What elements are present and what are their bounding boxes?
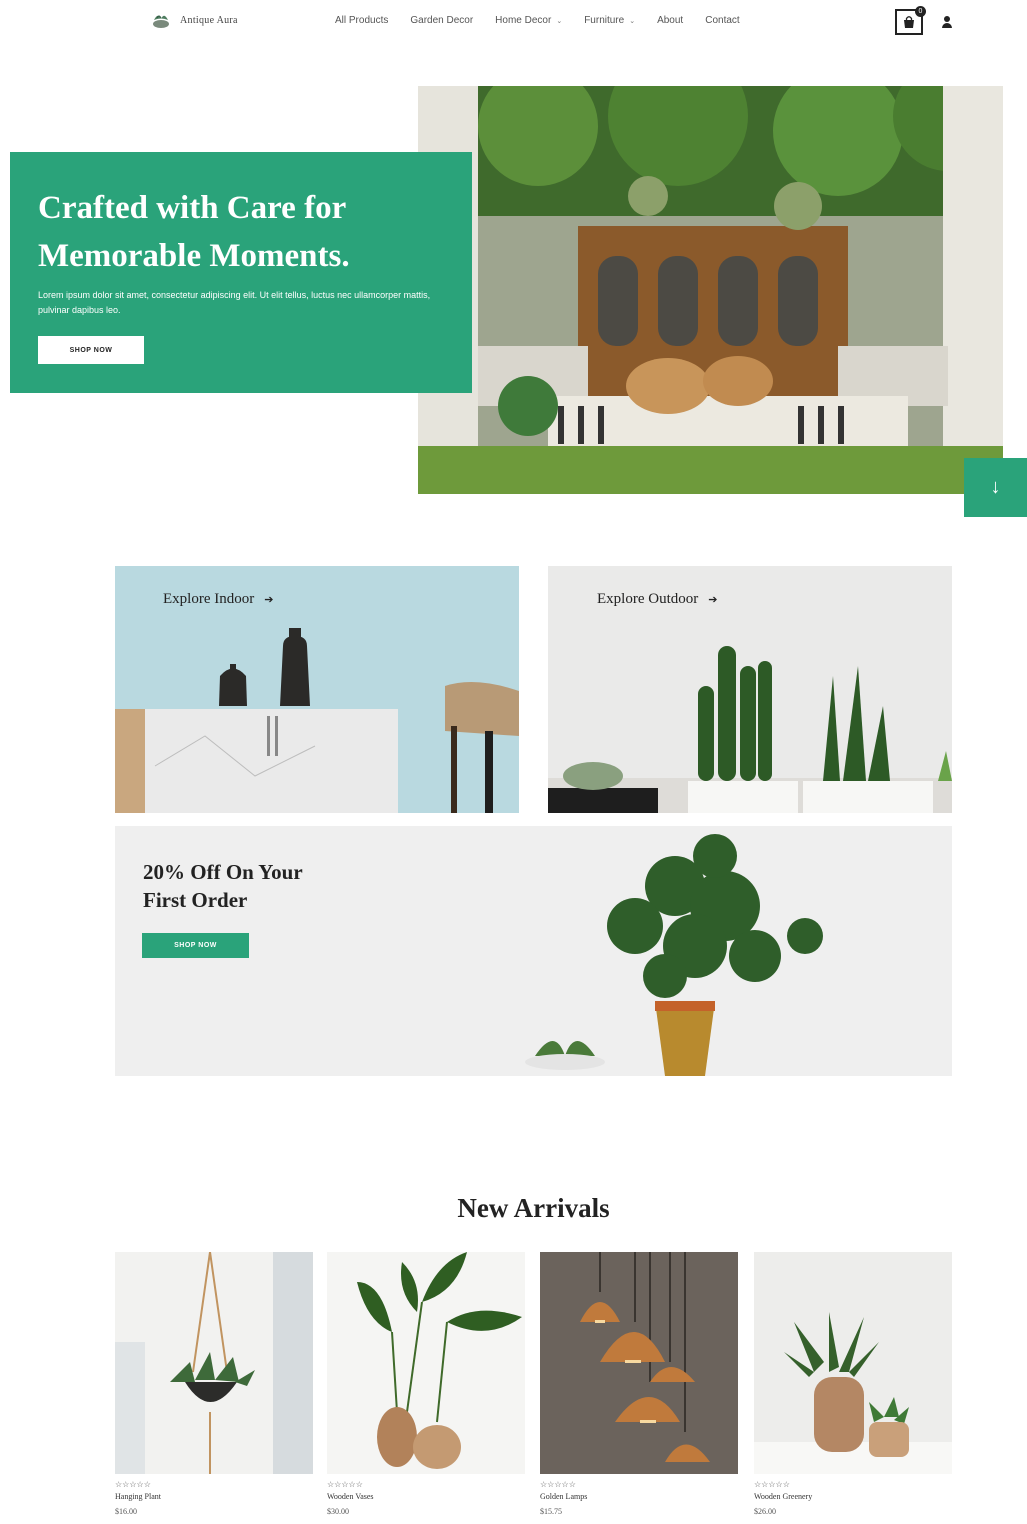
menu-item-about[interactable]: About	[657, 15, 683, 26]
explore-indoor-card[interactable]: Explore Indoor ➔	[115, 566, 519, 813]
main-menu: All Products Garden Decor Home Decor ⌄ Fu…	[335, 15, 740, 26]
product-image[interactable]	[754, 1252, 952, 1474]
menu-item-all-products[interactable]: All Products	[335, 15, 388, 26]
product-price: $15.75	[540, 1507, 562, 1516]
promo-banner: 20% Off On Your First Order SHOP NOW	[115, 826, 952, 1076]
brand-name: Antique Aura	[180, 14, 238, 26]
patio-illustration	[418, 86, 1003, 494]
product-card-wooden-greenery[interactable]: ☆☆☆☆☆ Wooden Greenery $26.00	[754, 1252, 952, 1516]
top-navigation: Antique Aura All Products Garden Decor H…	[0, 0, 1027, 44]
promo-title-line1: 20% Off On Your	[143, 860, 303, 884]
cart-button[interactable]: 0	[895, 6, 926, 35]
hero-title-line2: Memorable Moments.	[38, 238, 350, 274]
product-price: $30.00	[327, 1507, 349, 1516]
menu-item-furniture[interactable]: Furniture ⌄	[584, 15, 635, 26]
product-card-golden-lamps[interactable]: ☆☆☆☆☆ Golden Lamps $15.75	[540, 1252, 738, 1516]
product-name[interactable]: Hanging Plant	[115, 1492, 313, 1501]
arrow-right-icon: ➔	[708, 594, 718, 606]
menu-item-label: Home Decor	[495, 15, 552, 26]
menu-item-label: All Products	[335, 15, 389, 26]
wooden-greenery-image	[754, 1252, 952, 1474]
menu-item-label: Furniture	[584, 15, 625, 26]
rating-stars: ☆☆☆☆☆	[327, 1480, 363, 1489]
promo-shop-now-button[interactable]: SHOP NOW	[142, 933, 249, 958]
product-name[interactable]: Golden Lamps	[540, 1492, 738, 1501]
hero-title: Crafted with Care for Memorable Moments.	[38, 184, 444, 280]
wooden-vases-image	[327, 1252, 525, 1474]
explore-indoor-label: Explore Indoor	[163, 591, 255, 607]
product-name[interactable]: Wooden Vases	[327, 1492, 525, 1501]
menu-item-label: About	[657, 15, 684, 26]
promo-title-line2: First Order	[143, 888, 248, 912]
product-price: $26.00	[754, 1507, 776, 1516]
arrow-down-icon: ↓	[990, 476, 1001, 498]
rating-stars: ☆☆☆☆☆	[115, 1480, 151, 1489]
new-arrivals-title: New Arrivals	[457, 1193, 610, 1223]
user-icon[interactable]	[941, 16, 953, 28]
rating-stars: ☆☆☆☆☆	[540, 1480, 576, 1489]
product-price: $16.00	[115, 1507, 137, 1516]
menu-item-label: Garden Decor	[410, 15, 474, 26]
explore-outdoor-label: Explore Outdoor	[597, 591, 699, 607]
menu-item-home-decor[interactable]: Home Decor ⌄	[495, 15, 562, 26]
chevron-down-icon: ⌄	[556, 17, 563, 25]
shopping-bag-icon	[904, 16, 914, 28]
promo-title: 20% Off On Your First Order	[143, 858, 363, 914]
rating-stars: ☆☆☆☆☆	[754, 1480, 790, 1489]
product-image[interactable]	[327, 1252, 525, 1474]
hero-title-line1: Crafted with Care for	[38, 190, 347, 226]
hanging-plant-image	[115, 1252, 313, 1474]
menu-item-contact[interactable]: Contact	[705, 15, 739, 26]
explore-outdoor-link[interactable]: Explore Outdoor ➔	[597, 591, 717, 608]
chevron-down-icon: ⌄	[629, 17, 636, 25]
menu-item-garden-decor[interactable]: Garden Decor	[410, 15, 473, 26]
explore-outdoor-card[interactable]: Explore Outdoor ➔	[548, 566, 952, 813]
arrow-right-icon: ➔	[264, 594, 274, 606]
hero-description: Lorem ipsum dolor sit amet, consectetur …	[38, 290, 431, 315]
leaf-bowl-icon	[153, 15, 169, 28]
hero-shop-now-button[interactable]: SHOP NOW	[38, 336, 144, 364]
golden-lamps-image	[540, 1252, 738, 1474]
menu-item-label: Contact	[705, 15, 740, 26]
product-image[interactable]	[540, 1252, 738, 1474]
hero-banner: Crafted with Care for Memorable Moments.…	[10, 152, 472, 393]
explore-indoor-link[interactable]: Explore Indoor ➔	[163, 591, 273, 608]
brand-logo[interactable]: Antique Aura	[150, 11, 238, 29]
cart-count-badge: 0	[915, 6, 926, 17]
scroll-down-button[interactable]: ↓	[964, 458, 1027, 517]
header-actions: 0	[895, 6, 953, 35]
product-image[interactable]	[115, 1252, 313, 1474]
product-card-hanging-plant[interactable]: ☆☆☆☆☆ Hanging Plant $16.00	[115, 1252, 313, 1516]
product-name[interactable]: Wooden Greenery	[754, 1492, 952, 1501]
hero-image-patio	[418, 86, 1003, 494]
product-card-wooden-vases[interactable]: ☆☆☆☆☆ Wooden Vases $30.00	[327, 1252, 525, 1516]
